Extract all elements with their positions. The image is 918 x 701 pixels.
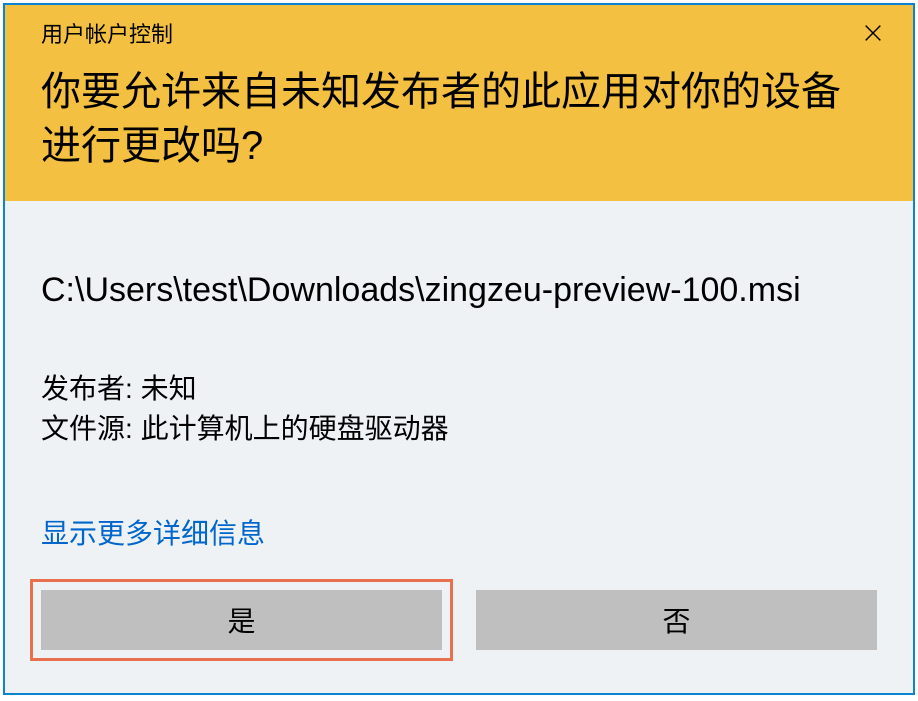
publisher-row: 发布者: 未知 xyxy=(41,369,877,410)
yes-button-highlight: 是 xyxy=(30,579,453,661)
yes-button[interactable]: 是 xyxy=(41,590,442,650)
publisher-label: 发布者 xyxy=(41,373,125,404)
dialog-header: 用户帐户控制 你要允许来自未知发布者的此应用对你的设备进行更改吗? xyxy=(5,5,913,201)
dialog-body: C:\Users\test\Downloads\zingzeu-preview-… xyxy=(5,201,913,693)
file-path: C:\Users\test\Downloads\zingzeu-preview-… xyxy=(41,267,877,315)
close-icon xyxy=(862,22,884,44)
button-row: 是 否 xyxy=(41,590,877,670)
uac-dialog: 用户帐户控制 你要允许来自未知发布者的此应用对你的设备进行更改吗? C:\Use… xyxy=(3,3,915,695)
dialog-title: 用户帐户控制 xyxy=(41,17,173,49)
file-source-value: 此计算机上的硬盘驱动器 xyxy=(141,413,449,444)
close-button[interactable] xyxy=(849,15,897,51)
no-button[interactable]: 否 xyxy=(476,590,877,650)
publisher-value: 未知 xyxy=(141,373,197,404)
title-bar: 用户帐户控制 xyxy=(5,9,913,51)
dialog-prompt: 你要允许来自未知发布者的此应用对你的设备进行更改吗? xyxy=(5,51,913,173)
file-source-row: 文件源: 此计算机上的硬盘驱动器 xyxy=(41,409,877,450)
file-source-label: 文件源 xyxy=(41,413,125,444)
show-details-link[interactable]: 显示更多详细信息 xyxy=(41,512,877,552)
info-block: 发布者: 未知 文件源: 此计算机上的硬盘驱动器 xyxy=(41,369,877,450)
